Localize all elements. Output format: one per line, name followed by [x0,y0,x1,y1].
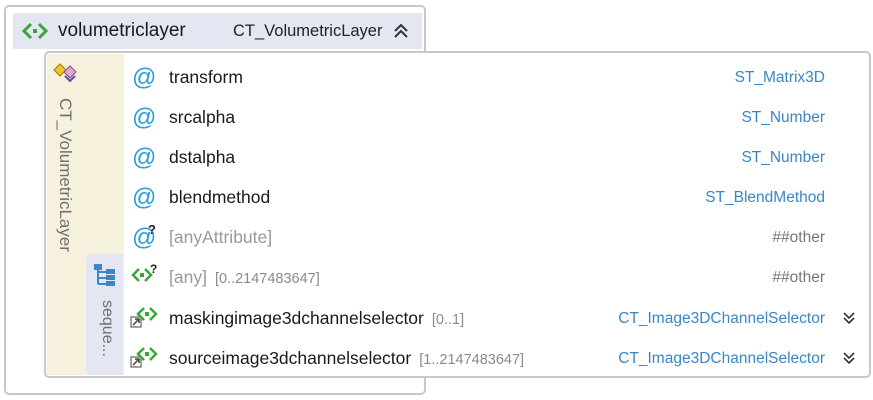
attribute-name: blendmethod [169,187,271,207]
attribute-icon: @ [132,144,157,171]
any-element-label: [any] [0..2147483647] [169,267,320,287]
svg-text:?: ? [150,263,157,276]
any-element-namespace: ##other [772,269,825,286]
element-name: sourceimage3dchannelselector [1..21474836… [169,348,525,368]
attribute-row-transform[interactable]: @ transform ST_Matrix3D [130,58,868,94]
element-reference-icon [130,304,160,330]
any-attribute-label: [anyAttribute] [169,227,273,247]
element-row-maskingimage3dchannelselector[interactable]: maskingimage3dchannelselector [0..1] CT_I… [130,299,868,335]
element-type[interactable]: CT_VolumetricLayer [233,22,382,41]
attribute-name: dstalpha [169,147,236,167]
element-type[interactable]: CT_Image3DChannelSelector [618,310,825,328]
double-chevron-down-icon[interactable] [842,311,856,330]
element-row-sourceimage3dchannelselector[interactable]: sourceimage3dchannelselector [1..21474836… [130,339,868,375]
sequence-label: seque... [99,300,116,357]
attribute-type[interactable]: ST_Number [741,109,825,127]
complex-type-name: CT_VolumetricLayer [56,98,75,253]
sequence-icon [92,262,118,293]
attribute-name: srcalpha [169,107,236,127]
attribute-icon: @ [132,184,157,211]
attribute-row-srcalpha[interactable]: @ srcalpha ST_Number [130,98,868,134]
element-name: volumetriclayer [58,20,186,41]
double-chevron-down-icon[interactable] [842,351,856,370]
any-attribute-row[interactable]: @? [anyAttribute] ##other [130,218,868,254]
attribute-type[interactable]: ST_Number [741,149,825,167]
attribute-type[interactable]: ST_Matrix3D [735,69,825,87]
any-element-icon: ? [130,262,160,289]
any-element-occurs: [0..2147483647] [214,271,320,287]
complex-type-icon [52,62,80,91]
element-reference-icon [130,344,160,370]
attribute-icon: @ [132,64,157,91]
sequence-compositor[interactable]: seque... [86,254,123,375]
element-name: maskingimage3dchannelselector [0..1] [169,308,465,328]
attribute-icon: @ [132,104,157,131]
element-chevrons-icon [21,22,49,45]
element-occurs: [1..2147483647] [419,352,525,368]
element-header[interactable]: volumetriclayer CT_VolumetricLayer [13,13,422,49]
attribute-name: transform [169,67,243,87]
double-chevron-up-icon[interactable] [393,23,409,44]
element-occurs: [0..1] [431,312,465,328]
attribute-row-dstalpha[interactable]: @ dstalpha ST_Number [130,138,868,174]
any-element-row[interactable]: ? [any] [0..2147483647] ##other [130,258,868,294]
element-type[interactable]: CT_Image3DChannelSelector [618,350,825,368]
attribute-type[interactable]: ST_BlendMethod [705,189,825,207]
any-attribute-icon: @? [132,222,157,251]
attribute-row-blendmethod[interactable]: @ blendmethod ST_BlendMethod [130,178,868,214]
any-attribute-namespace: ##other [772,229,825,246]
